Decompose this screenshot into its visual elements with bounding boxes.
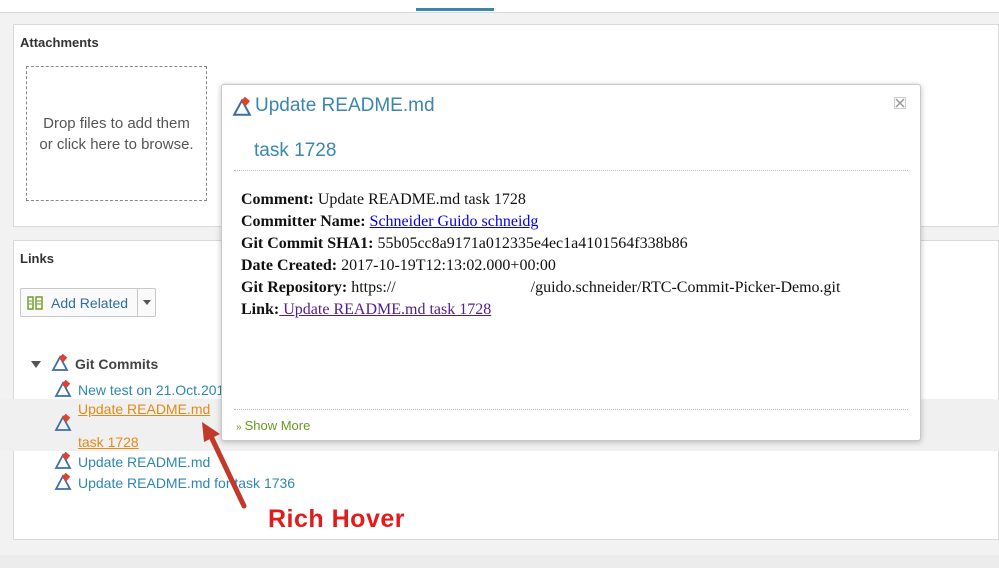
- link-label: Link:: [241, 301, 280, 318]
- popup-divider: [234, 170, 908, 171]
- git-commit-icon: [54, 452, 72, 469]
- repo-label: Git Repository:: [241, 279, 348, 296]
- sha-row: Git Commit SHA1: 55b05cc8a9171a012335e4e…: [241, 233, 911, 255]
- committer-link[interactable]: Schneider Guido schneidg: [370, 213, 539, 230]
- repo-prefix: https://: [351, 279, 396, 296]
- bottom-bar: [0, 555, 999, 568]
- commit-link-3[interactable]: Update README.md: [78, 454, 210, 470]
- committer-row: Committer Name: Schneider Guido schneidg: [241, 211, 911, 233]
- repo-suffix: /guido.schneider/RTC-Commit-Picker-Demo.…: [530, 279, 841, 296]
- git-commits-heading: Git Commits: [75, 356, 159, 372]
- sha-label: Git Commit SHA1:: [241, 235, 374, 252]
- active-tab-indicator[interactable]: [416, 8, 494, 11]
- commit-link-2-continued[interactable]: task 1728: [78, 434, 139, 450]
- file-dropzone[interactable]: Drop files to add them or click here to …: [26, 66, 207, 201]
- date-value: 2017-10-19T12:13:02.000+00:00: [341, 257, 556, 274]
- commit-url-link[interactable]: Update README.md task 1728: [279, 301, 491, 318]
- git-commit-icon: [54, 380, 72, 397]
- links-title: Links: [20, 251, 54, 266]
- repo-row: Git Repository: https:// /guido.schneider…: [241, 277, 911, 299]
- chevron-down-icon: [142, 300, 151, 305]
- sha-value: 55b05cc8a9171a012335e4ec1a4101564f338b86: [377, 235, 688, 252]
- commit-link-4[interactable]: Update README.md for task 1736: [78, 475, 295, 491]
- add-related-icon: [27, 295, 43, 310]
- popup-footer-divider: [234, 409, 908, 410]
- add-related-label: Add Related: [51, 294, 129, 311]
- rich-hover-popup: Update README.md task 1728 Comment: Upda…: [221, 84, 921, 441]
- git-commit-icon: [232, 97, 252, 116]
- link-row: Link: Update README.md task 1728: [241, 299, 911, 321]
- dropzone-text: Drop files to add them or click here to …: [39, 114, 194, 153]
- comment-label: Comment:: [241, 191, 314, 208]
- committer-label: Committer Name:: [241, 213, 366, 230]
- git-commit-icon: [54, 473, 72, 490]
- close-icon[interactable]: [894, 97, 906, 109]
- date-label: Date Created:: [241, 257, 338, 274]
- git-commit-icon: [51, 354, 69, 371]
- popup-title: Update README.md: [255, 95, 435, 116]
- date-row: Date Created: 2017-10-19T12:13:02.000+00…: [241, 255, 911, 277]
- comment-row: Comment: Update README.md task 1728: [241, 189, 911, 211]
- git-commit-icon: [54, 414, 72, 431]
- collapse-toggle-icon[interactable]: [31, 361, 41, 368]
- top-tab-strip: [0, 0, 999, 13]
- popup-subtitle: task 1728: [254, 140, 337, 161]
- annotation-arrow-icon: [202, 422, 247, 509]
- rich-hover-annotation: Rich Hover: [268, 505, 405, 533]
- add-related-dropdown-toggle[interactable]: [137, 289, 155, 316]
- commit-details: Comment: Update README.md task 1728 Comm…: [241, 189, 911, 321]
- commit-link-2[interactable]: Update README.md: [78, 401, 210, 417]
- attachments-title: Attachments: [20, 35, 99, 50]
- comment-value: Update README.md task 1728: [317, 191, 526, 208]
- commit-link-1[interactable]: New test on 21.Oct.201: [78, 382, 224, 398]
- add-related-button[interactable]: Add Related: [20, 288, 156, 317]
